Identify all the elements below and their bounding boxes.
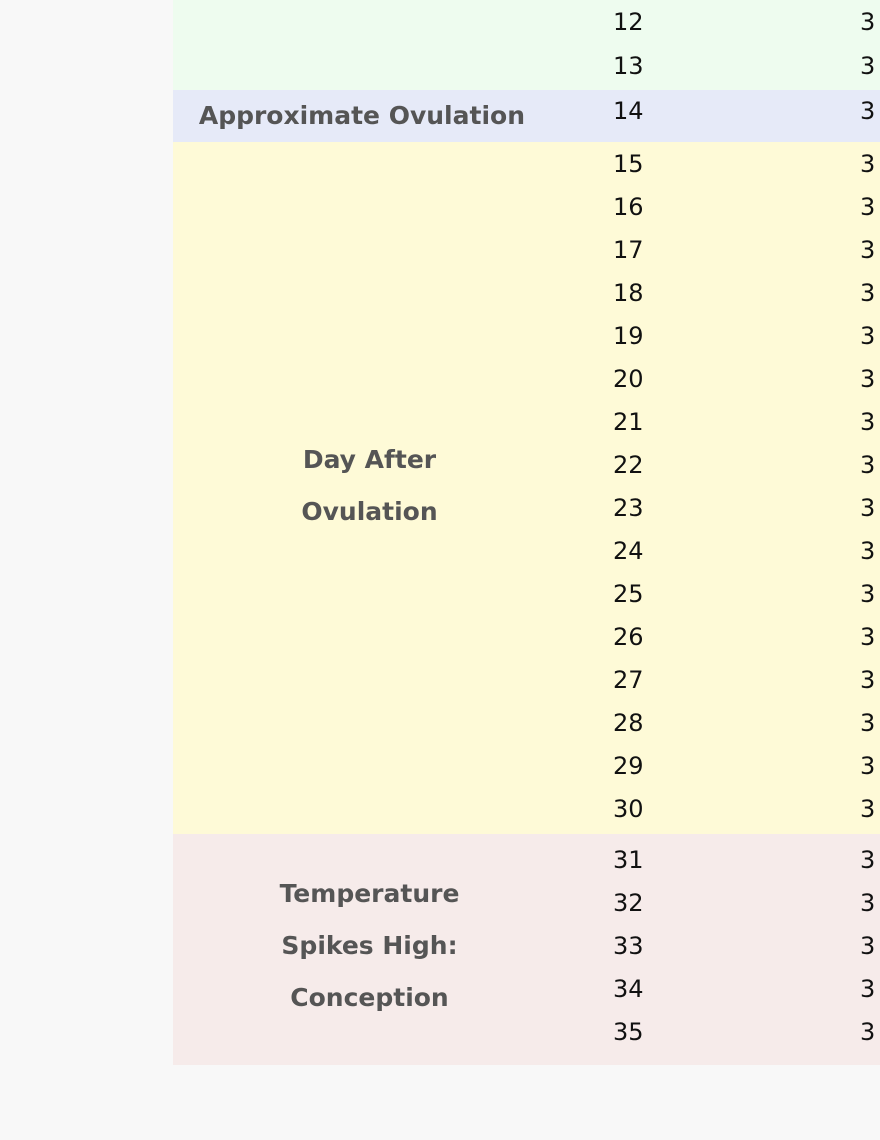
temperature-value: 3 — [860, 407, 876, 436]
table-row: 14 3 — [566, 90, 880, 132]
cycle-day: 14 — [613, 97, 644, 125]
cycle-day: 26 — [613, 622, 644, 651]
table-row: 13 3 — [566, 44, 880, 88]
temperature-value: 3 — [860, 665, 876, 694]
temperature-value: 3 — [860, 931, 876, 960]
cycle-day: 13 — [613, 52, 644, 80]
section-conception: Temperature Spikes High: Conception 31 3 32 3 3… — [173, 834, 880, 1065]
temperature-value: 3 — [860, 794, 876, 823]
cycle-day: 12 — [613, 8, 644, 36]
temperature-value: 3 — [860, 579, 876, 608]
temperature-value: 3 — [860, 845, 876, 874]
phase-label: Temperature Spikes High: Conception — [173, 838, 566, 1053]
section-follicular: 12 3 13 3 — [173, 0, 880, 90]
temperature-value: 3 — [860, 974, 876, 1003]
temperature-value: 3 — [860, 450, 876, 479]
cycle-day: 20 — [613, 364, 644, 393]
cycle-day: 17 — [613, 235, 644, 264]
cycle-day: 23 — [613, 493, 644, 522]
table-row: 16 3 — [566, 185, 880, 228]
temperature-value: 3 — [860, 52, 876, 80]
cycle-day: 32 — [613, 888, 644, 917]
table-row: 25 3 — [566, 572, 880, 615]
table-row: 34 3 — [566, 967, 880, 1010]
cycle-day: 25 — [613, 579, 644, 608]
table-row: 17 3 — [566, 228, 880, 271]
table-row: 23 3 — [566, 486, 880, 529]
cycle-day: 21 — [613, 407, 644, 436]
temperature-value: 3 — [860, 493, 876, 522]
cycle-day: 35 — [613, 1017, 644, 1046]
cycle-day: 33 — [613, 931, 644, 960]
table-row: 21 3 — [566, 400, 880, 443]
section-ovulation: Approximate Ovulation 14 3 — [173, 90, 880, 142]
temperature-value: 3 — [860, 192, 876, 221]
phase-label: Approximate Ovulation — [173, 90, 566, 142]
cycle-day: 28 — [613, 708, 644, 737]
table-row: 32 3 — [566, 881, 880, 924]
phase-label-line: Conception — [290, 982, 449, 1012]
phase-label-line: Day After — [302, 445, 437, 474]
table-row: 31 3 — [566, 838, 880, 881]
cycle-day: 27 — [613, 665, 644, 694]
table-row: 15 3 — [566, 142, 880, 185]
phase-label-line: Spikes High: — [281, 930, 458, 960]
phase-label — [173, 0, 566, 88]
temperature-value: 3 — [860, 708, 876, 737]
cycle-day: 34 — [613, 974, 644, 1003]
table-row: 35 3 — [566, 1010, 880, 1053]
cycle-day: 18 — [613, 278, 644, 307]
phase-label-line: Ovulation — [301, 497, 438, 526]
temperature-value: 3 — [860, 235, 876, 264]
temperature-value: 3 — [860, 321, 876, 350]
table-row: 30 3 — [566, 787, 880, 830]
table-row: 12 3 — [566, 0, 880, 44]
temperature-value: 3 — [860, 149, 876, 178]
temperature-value: 3 — [860, 8, 876, 36]
cycle-temperature-table: 12 3 13 3 Approximate Ovulation 14 3 Day After O… — [173, 0, 880, 1065]
temperature-value: 3 — [860, 1017, 876, 1046]
cycle-day: 31 — [613, 845, 644, 874]
temperature-value: 3 — [860, 278, 876, 307]
cycle-day: 24 — [613, 536, 644, 565]
temperature-value: 3 — [860, 622, 876, 651]
phase-label: Day After Ovulation — [173, 142, 566, 830]
cycle-day: 16 — [613, 192, 644, 221]
table-row: 20 3 — [566, 357, 880, 400]
temperature-value: 3 — [860, 888, 876, 917]
temperature-value: 3 — [860, 97, 876, 125]
cycle-day: 30 — [613, 794, 644, 823]
table-row: 29 3 — [566, 744, 880, 787]
table-row: 33 3 — [566, 924, 880, 967]
table-row: 18 3 — [566, 271, 880, 314]
temperature-value: 3 — [860, 751, 876, 780]
phase-label-line: Approximate Ovulation — [198, 101, 525, 130]
table-row: 26 3 — [566, 615, 880, 658]
table-row: 28 3 — [566, 701, 880, 744]
cycle-day: 29 — [613, 751, 644, 780]
temperature-value: 3 — [860, 364, 876, 393]
phase-label-line: Temperature — [279, 878, 460, 908]
section-luteal: Day After Ovulation 15 3 16 3 17 3 18 3 19 3 20 3 21 3 2… — [173, 142, 880, 834]
cycle-day: 15 — [613, 149, 644, 178]
table-row: 27 3 — [566, 658, 880, 701]
temperature-value: 3 — [860, 536, 876, 565]
table-row: 24 3 — [566, 529, 880, 572]
cycle-day: 22 — [613, 450, 644, 479]
table-row: 22 3 — [566, 443, 880, 486]
cycle-day: 19 — [613, 321, 644, 350]
table-row: 19 3 — [566, 314, 880, 357]
